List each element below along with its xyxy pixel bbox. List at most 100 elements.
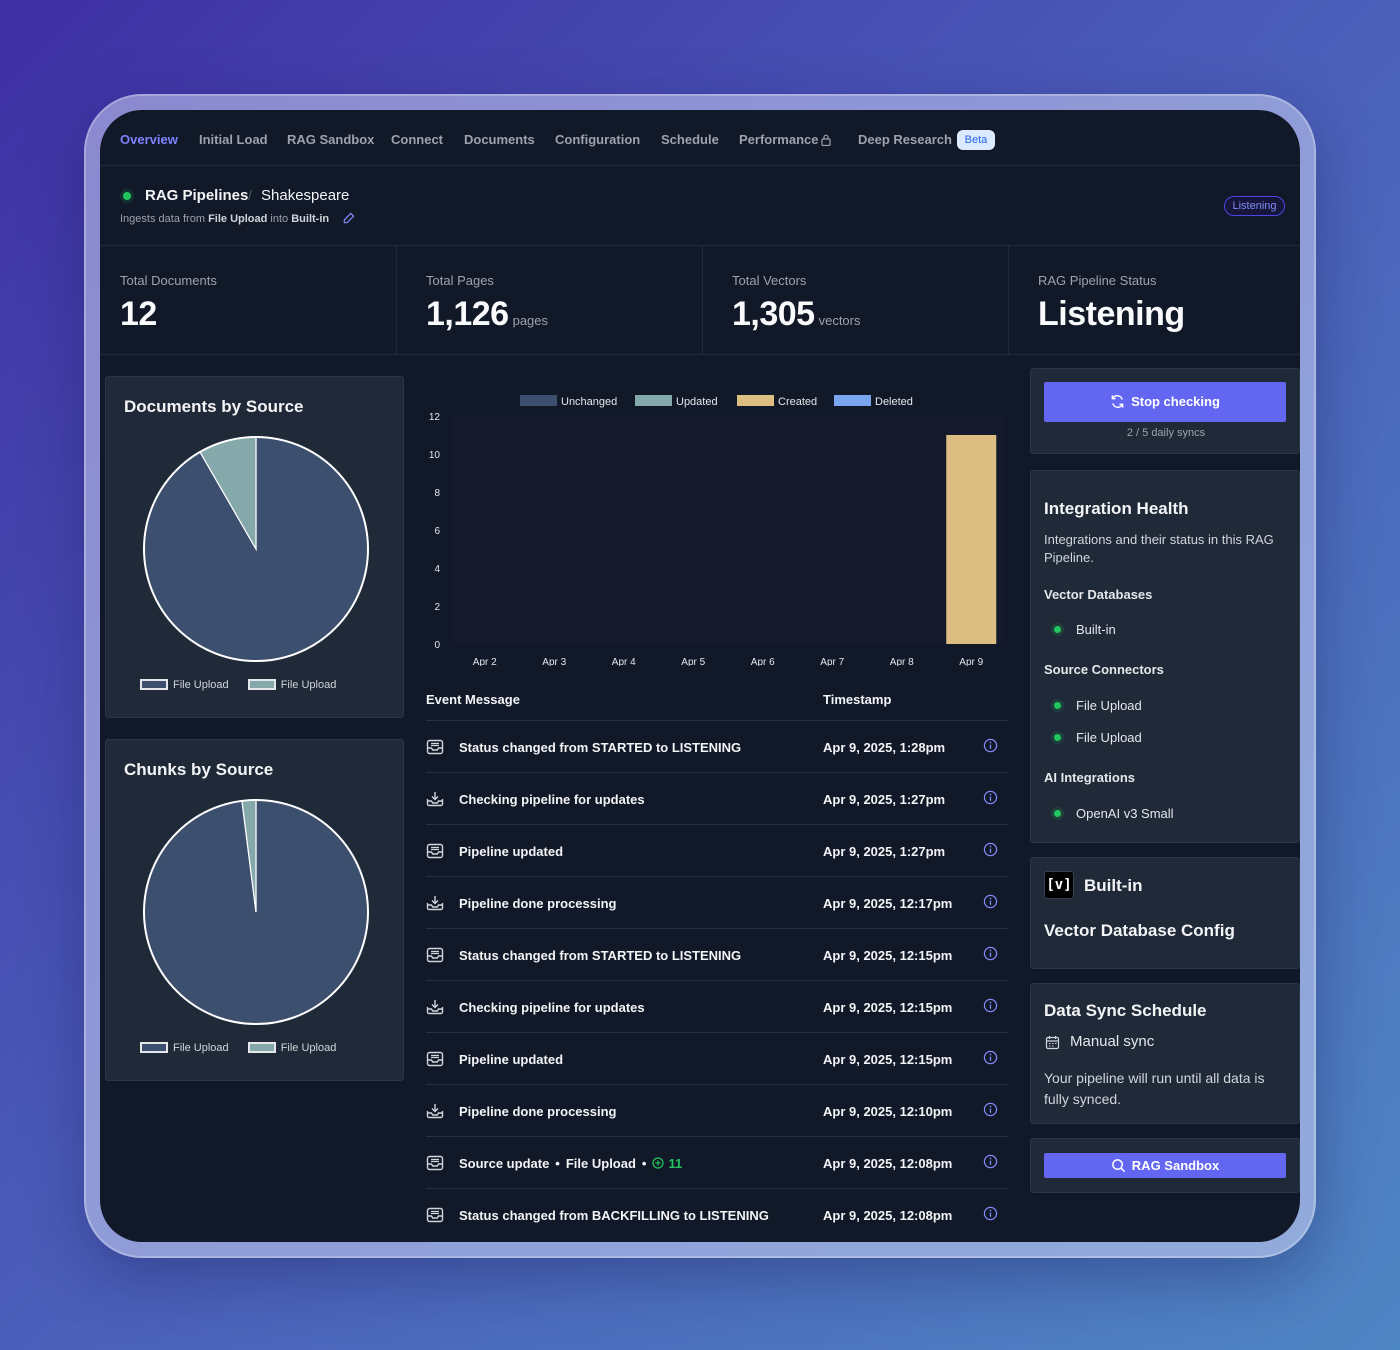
event-row: Pipeline updated Apr 9, 2025, 1:27pm — [426, 824, 1008, 876]
sync-mode: Manual sync — [1070, 1033, 1155, 1050]
event-message: Checking pipeline for updates — [459, 792, 645, 807]
y-tick-label: 0 — [434, 640, 440, 651]
stop-checking-label: Stop checking — [1131, 394, 1220, 409]
vector-databases-heading: Vector Databases — [1044, 587, 1153, 602]
tab-deep-research[interactable]: Deep Research — [858, 132, 952, 147]
tab-overview[interactable]: Overview — [120, 132, 178, 147]
legend-item: File Upload — [140, 679, 229, 691]
tab-initial-load[interactable]: Initial Load — [199, 132, 268, 147]
stat-number: Listening — [1038, 295, 1185, 333]
rag-sandbox-button[interactable]: RAG Sandbox — [1044, 1153, 1286, 1178]
card-title: Chunks by Source — [124, 760, 274, 779]
event-row: Status changed from STARTED to LISTENING… — [426, 720, 1008, 772]
stat-value: Listening — [1038, 295, 1185, 334]
tab-rag-sandbox[interactable]: RAG Sandbox — [287, 132, 374, 147]
sandbox-card: RAG Sandbox — [1030, 1138, 1300, 1193]
event-timestamp: Apr 9, 2025, 12:15pm — [823, 948, 953, 963]
info-icon[interactable] — [983, 790, 998, 805]
integration-health-title: Integration Health — [1044, 499, 1189, 518]
chunks-pie-chart — [143, 799, 369, 1025]
sync-schedule-title: Data Sync Schedule — [1044, 1001, 1207, 1020]
tab-performance[interactable]: Performance — [739, 132, 832, 147]
stat-unit: pages — [512, 313, 549, 328]
lock-icon — [821, 134, 832, 146]
stat-total-documents: Total Documents 12 — [100, 246, 397, 354]
event-timestamp: Apr 9, 2025, 12:15pm — [823, 1052, 953, 1067]
integration-health-card: Integration Health Integrations and thei… — [1030, 470, 1300, 843]
event-row: Pipeline done processing Apr 9, 2025, 12:… — [426, 876, 1008, 928]
legend-item: File Upload — [247, 679, 336, 691]
event-message-text: Status changed from BACKFILLING to LISTE… — [459, 1208, 769, 1223]
info-icon[interactable] — [983, 1102, 998, 1117]
event-message: Pipeline done processing — [459, 1104, 616, 1119]
ai-integrations-heading: AI Integrations — [1044, 770, 1136, 785]
stat-pipeline-status: RAG Pipeline Status Listening — [1018, 246, 1300, 354]
info-icon[interactable] — [983, 1206, 998, 1221]
app-screen: Overview Initial Load RAG Sandbox Connec… — [100, 110, 1300, 1242]
event-message: Status changed from BACKFILLING to LISTE… — [459, 1208, 769, 1223]
event-timestamp: Apr 9, 2025, 12:10pm — [823, 1104, 953, 1119]
bar-created[interactable] — [946, 435, 997, 644]
legend-item: File Upload — [247, 1042, 337, 1054]
legend-swatch — [635, 395, 672, 406]
tab-documents[interactable]: Documents — [464, 132, 535, 147]
x-tick-label: Apr 7 — [820, 657, 844, 666]
tab-performance-label: Performance — [739, 132, 819, 147]
separator-dot: • — [641, 1156, 647, 1171]
legend-label: Updated — [676, 396, 718, 408]
stat-unit: vectors — [818, 313, 861, 328]
x-tick-label: Apr 6 — [751, 657, 775, 666]
source-connectors-heading: Source Connectors — [1044, 662, 1164, 677]
tab-configuration[interactable]: Configuration — [555, 132, 640, 147]
x-tick-label: Apr 9 — [959, 657, 983, 666]
added-count-value: 11 — [668, 1156, 683, 1171]
y-tick-label: 6 — [434, 526, 440, 537]
y-tick-label: 2 — [434, 602, 440, 613]
event-message-text: Checking pipeline for updates — [459, 792, 645, 807]
vector-db-name: Built-in — [1084, 876, 1143, 895]
vector-db-config-title: Vector Database Config — [1044, 921, 1235, 940]
info-icon[interactable] — [983, 946, 998, 961]
tab-connect[interactable]: Connect — [391, 132, 443, 147]
info-icon[interactable] — [983, 998, 998, 1013]
legend-label: File Upload — [173, 1042, 229, 1054]
edit-icon[interactable] — [342, 212, 355, 225]
search-icon — [1111, 1159, 1125, 1173]
event-row: Checking pipeline for updates Apr 9, 2025… — [426, 980, 1008, 1032]
event-message: Source update • File Upload • 11 — [459, 1156, 682, 1171]
event-timestamp: Apr 9, 2025, 1:27pm — [823, 844, 946, 859]
refresh-icon — [1111, 395, 1124, 408]
info-icon[interactable] — [983, 894, 998, 909]
breadcrumb-rag-pipelines[interactable]: RAG Pipelines — [145, 187, 248, 204]
pie-legend: File Upload File Upload — [140, 1042, 352, 1054]
legend-label: Deleted — [875, 396, 913, 408]
tab-schedule[interactable]: Schedule — [661, 132, 719, 147]
top-nav: Overview Initial Load RAG Sandbox Connec… — [100, 110, 1300, 166]
vector-db-config-card[interactable]: [v] Built-in Vector Database Config — [1030, 857, 1300, 969]
stat-number: 12 — [120, 295, 157, 333]
y-tick-label: 10 — [429, 450, 441, 461]
event-message-text: Pipeline updated — [459, 844, 564, 859]
info-icon[interactable] — [983, 1050, 998, 1065]
pie-legend: File Upload File Upload — [140, 679, 352, 691]
legend-label: Unchanged — [561, 396, 617, 408]
pipeline-subtitle: Ingests data from File Upload into Built… — [120, 213, 329, 225]
download-tray-icon — [426, 896, 444, 911]
x-tick-label: Apr 5 — [681, 657, 705, 666]
stat-label: RAG Pipeline Status — [1038, 273, 1157, 288]
info-icon[interactable] — [983, 842, 998, 857]
x-tick-label: Apr 8 — [890, 657, 914, 666]
breadcrumb-pipeline-name: Shakespeare — [261, 187, 350, 204]
pipeline-activity-bar-chart: Unchanged Updated Created Deleted 0 2 4 6 8 10 12 A… — [429, 395, 1006, 666]
stop-checking-button[interactable]: Stop checking — [1044, 382, 1286, 422]
info-icon[interactable] — [983, 738, 998, 753]
legend-swatch — [247, 1042, 276, 1053]
event-message-text: Checking pipeline for updates — [459, 1000, 645, 1015]
event-row: Source update • File Upload • 11 Apr 9, 2025,… — [426, 1136, 1008, 1188]
info-icon[interactable] — [983, 1154, 998, 1169]
card-title: Documents by Source — [124, 397, 304, 416]
legend-label: File Upload — [280, 1042, 337, 1054]
integration-item-builtin: Built-in — [1076, 622, 1116, 637]
stat-label: Total Pages — [426, 273, 494, 288]
event-message-text: Pipeline done processing — [459, 1104, 617, 1119]
